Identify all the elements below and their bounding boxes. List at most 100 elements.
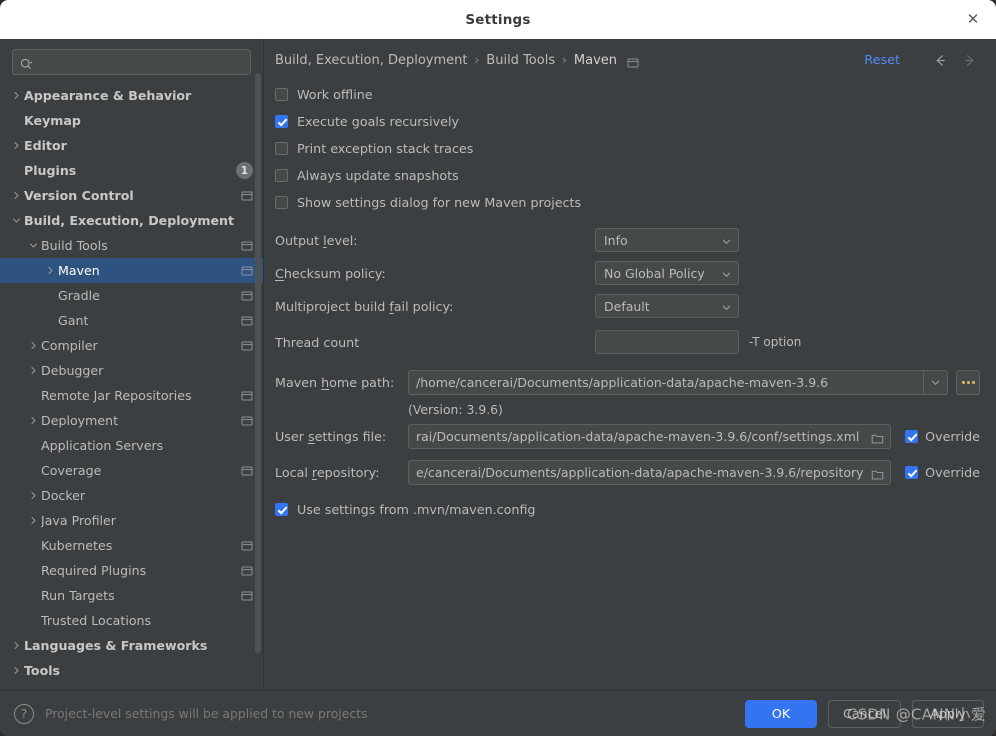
- settings-sidebar: Appearance & Behavior Keymap Editor Plugins…: [0, 39, 264, 690]
- chevron-right-icon[interactable]: [25, 366, 41, 375]
- sidebar-item-editor[interactable]: Editor: [0, 133, 263, 158]
- sidebar-item-compiler[interactable]: Compiler: [0, 333, 263, 358]
- folder-icon[interactable]: [871, 466, 884, 479]
- sidebar-item-build-tools[interactable]: Build Tools: [0, 233, 263, 258]
- dot-icon: [966, 380, 970, 384]
- search-icon: [20, 56, 33, 69]
- footer-note: Project-level settings will be applied t…: [45, 706, 368, 721]
- chevron-down-icon[interactable]: [25, 241, 41, 250]
- local-repository-override[interactable]: Override: [905, 465, 980, 480]
- checkbox-row[interactable]: Work offline: [275, 81, 980, 108]
- checkbox-row[interactable]: Show settings dialog for new Maven proje…: [275, 189, 980, 216]
- sidebar-item-label: Trusted Locations: [41, 613, 152, 628]
- sidebar-item-version-control[interactable]: Version Control: [0, 183, 263, 208]
- chevron-right-icon[interactable]: [42, 266, 58, 275]
- chevron-down-icon[interactable]: [923, 370, 947, 394]
- checkbox[interactable]: [275, 115, 288, 128]
- checksum-policy-label: Checksum policy:: [275, 265, 386, 281]
- use-mvn-config-checkbox[interactable]: [275, 503, 288, 516]
- checkbox[interactable]: [275, 88, 288, 101]
- chevron-right-icon[interactable]: [8, 191, 24, 200]
- chevron-down-icon: [721, 268, 732, 279]
- sidebar-item-keymap[interactable]: Keymap: [0, 108, 263, 133]
- maven-home-combo[interactable]: /home/cancerai/Documents/application-dat…: [408, 369, 948, 395]
- chevron-right-icon[interactable]: [8, 141, 24, 150]
- project-level-icon: [241, 540, 253, 552]
- sidebar-item-settings-sync[interactable]: Settings Sync: [0, 683, 263, 690]
- sidebar-item-java-profiler[interactable]: Java Profiler: [0, 508, 263, 533]
- sidebar-item-build-execution-deployment[interactable]: Build, Execution, Deployment: [0, 208, 263, 233]
- sidebar-item-debugger[interactable]: Debugger: [0, 358, 263, 383]
- sidebar-item-required-plugins[interactable]: Required Plugins: [0, 558, 263, 583]
- sidebar-item-docker[interactable]: Docker: [0, 483, 263, 508]
- checkbox-row[interactable]: Execute goals recursively: [275, 108, 980, 135]
- output-level-select[interactable]: Info: [595, 228, 739, 252]
- local-repository-value: e/cancerai/Documents/application-data/ap…: [416, 464, 864, 480]
- sidebar-item-remote-jar-repositories[interactable]: Remote Jar Repositories: [0, 383, 263, 408]
- breadcrumb-separator: ›: [474, 53, 480, 67]
- override-checkbox[interactable]: [905, 429, 919, 443]
- sidebar-item-appearance-behavior[interactable]: Appearance & Behavior: [0, 83, 263, 108]
- search-input[interactable]: [37, 55, 243, 69]
- override-checkbox[interactable]: [905, 465, 919, 479]
- sidebar-item-maven[interactable]: Maven: [0, 258, 263, 283]
- project-level-icon: [241, 190, 253, 202]
- sidebar-item-label: Appearance & Behavior: [24, 88, 192, 103]
- user-settings-value: rai/Documents/application-data/apache-ma…: [416, 428, 860, 444]
- close-icon[interactable]: ✕: [960, 7, 986, 33]
- sidebar-item-deployment[interactable]: Deployment: [0, 408, 263, 433]
- user-settings-override[interactable]: Override: [905, 429, 980, 444]
- arrow-left-icon[interactable]: [929, 49, 951, 71]
- checksum-policy-select[interactable]: No Global Policy: [595, 261, 739, 285]
- arrow-right-icon[interactable]: [958, 49, 980, 71]
- sidebar-item-coverage[interactable]: Coverage: [0, 458, 263, 483]
- sidebar-item-trusted-locations[interactable]: Trusted Locations: [0, 608, 263, 633]
- thread-count-suffix: -T option: [749, 335, 802, 349]
- use-mvn-config-label: Use settings from .mvn/maven.config: [297, 502, 536, 517]
- browse-button[interactable]: [956, 369, 980, 395]
- window-title: Settings: [465, 11, 531, 28]
- question-mark-icon[interactable]: ?: [14, 703, 34, 724]
- ok-button[interactable]: OK: [745, 699, 818, 728]
- multiproject-policy-select[interactable]: Default: [595, 294, 739, 318]
- chevron-right-icon[interactable]: [8, 666, 24, 675]
- user-settings-input[interactable]: rai/Documents/application-data/apache-ma…: [408, 423, 892, 449]
- checkbox[interactable]: [275, 196, 288, 209]
- search-box[interactable]: [12, 49, 251, 75]
- sidebar-item-run-targets[interactable]: Run Targets: [0, 583, 263, 608]
- sidebar-item-tools[interactable]: Tools: [0, 658, 263, 683]
- sidebar-item-gant[interactable]: Gant: [0, 308, 263, 333]
- chevron-right-icon[interactable]: [8, 91, 24, 100]
- folder-icon[interactable]: [871, 430, 884, 443]
- use-mvn-config-row[interactable]: Use settings from .mvn/maven.config: [275, 496, 980, 523]
- reset-link[interactable]: Reset: [864, 53, 900, 68]
- sidebar-item-gradle[interactable]: Gradle: [0, 283, 263, 308]
- chevron-down-icon[interactable]: [8, 216, 24, 225]
- chevron-right-icon[interactable]: [25, 341, 41, 350]
- checkbox[interactable]: [275, 142, 288, 155]
- chevron-right-icon[interactable]: [25, 416, 41, 425]
- checkbox-row[interactable]: Always update snapshots: [275, 162, 980, 189]
- sidebar-item-plugins[interactable]: Plugins 1: [0, 158, 263, 183]
- checkbox-row[interactable]: Print exception stack traces: [275, 135, 980, 162]
- breadcrumb-part-0[interactable]: Build, Execution, Deployment: [275, 53, 467, 68]
- checkbox[interactable]: [275, 169, 288, 182]
- chevron-right-icon[interactable]: [8, 641, 24, 650]
- sidebar-item-languages-frameworks[interactable]: Languages & Frameworks: [0, 633, 263, 658]
- chevron-right-icon[interactable]: [25, 491, 41, 500]
- sidebar-item-application-servers[interactable]: Application Servers: [0, 433, 263, 458]
- thread-count-row: Thread count -T option: [275, 327, 980, 357]
- sidebar-scrollbar[interactable]: [255, 73, 261, 653]
- thread-count-input[interactable]: [595, 330, 739, 354]
- apply-button[interactable]: Apply: [912, 699, 984, 728]
- cancel-button[interactable]: Cancel: [828, 699, 901, 728]
- breadcrumb-part-1[interactable]: Build Tools: [486, 53, 555, 68]
- local-repository-input[interactable]: e/cancerai/Documents/application-data/ap…: [408, 459, 892, 485]
- sidebar-item-label: Kubernetes: [41, 538, 113, 553]
- thread-count-label: Thread count: [275, 334, 360, 350]
- local-repository-label: Local repository:: [275, 464, 380, 480]
- sidebar-item-kubernetes[interactable]: Kubernetes: [0, 533, 263, 558]
- chevron-right-icon[interactable]: [25, 516, 41, 525]
- settings-tree[interactable]: Appearance & Behavior Keymap Editor Plugins…: [0, 81, 263, 690]
- sidebar-item-label: Docker: [41, 488, 86, 503]
